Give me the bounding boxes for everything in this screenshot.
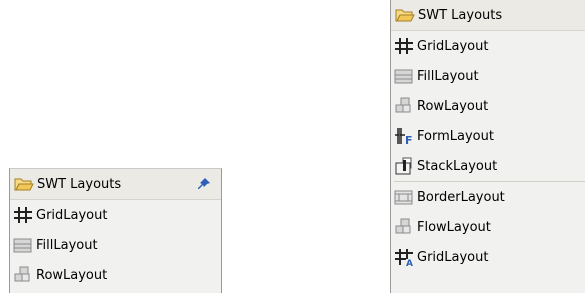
fill-layout-icon — [13, 238, 32, 253]
palette-item-grid-layout[interactable]: GridLayout — [10, 200, 221, 230]
palette-header[interactable]: SWT Layouts — [10, 169, 221, 200]
row-layout-icon — [14, 266, 30, 282]
palette-item-grid-layout[interactable]: GridLayout — [391, 31, 585, 61]
svg-text:F: F — [405, 134, 413, 145]
palette-item-label: FormLayout — [417, 128, 494, 144]
svg-text:A: A — [406, 259, 413, 266]
grid-layout-icon — [395, 38, 413, 54]
folder-open-icon — [14, 178, 34, 191]
palette-item-stack-layout[interactable]: StackLayout — [391, 151, 585, 181]
grid-layout-icon — [14, 207, 32, 223]
palette-item-label: StackLayout — [417, 158, 498, 174]
palette-title: SWT Layouts — [37, 176, 122, 192]
pin-icon[interactable] — [197, 177, 211, 191]
palette-item-label: BorderLayout — [417, 189, 505, 205]
palette-title: SWT Layouts — [418, 7, 503, 23]
palette-item-flow-layout[interactable]: FlowLayout — [391, 212, 585, 242]
palette-item-border-layout[interactable]: BorderLayout — [391, 182, 585, 212]
palette-item-form-layout[interactable]: F FormLayout — [391, 121, 585, 151]
form-layout-icon: F — [395, 128, 413, 145]
palette-item-label: FillLayout — [36, 237, 98, 253]
palette-item-row-layout[interactable]: RowLayout — [391, 91, 585, 121]
palette-drawer-right: SWT Layouts GridLayout FillLayout RowLay… — [390, 0, 585, 293]
palette-item-label: RowLayout — [36, 267, 108, 283]
palette-item-label: GridLayout — [36, 207, 108, 223]
row-layout-icon — [395, 97, 411, 113]
grid-layout-alt-icon: A — [395, 249, 413, 266]
flow-layout-icon — [395, 218, 411, 234]
folder-open-icon — [395, 9, 415, 22]
palette-item-label: FlowLayout — [417, 219, 491, 235]
palette-item-grid-layout-alt[interactable]: A GridLayout — [391, 242, 585, 272]
palette-item-label: GridLayout — [417, 38, 489, 54]
palette-header[interactable]: SWT Layouts — [391, 0, 585, 31]
fill-layout-icon — [394, 69, 413, 84]
palette-item-fill-layout[interactable]: FillLayout — [10, 230, 221, 260]
stack-layout-icon — [395, 157, 412, 175]
palette-item-label: FillLayout — [417, 68, 479, 84]
palette-drawer-left: SWT Layouts GridLayout FillLayout RowLay… — [9, 168, 222, 293]
border-layout-icon — [394, 190, 413, 205]
palette-item-row-layout[interactable]: RowLayout — [10, 260, 221, 290]
palette-item-label: RowLayout — [417, 98, 489, 114]
palette-item-label: GridLayout — [417, 249, 489, 265]
palette-item-fill-layout[interactable]: FillLayout — [391, 61, 585, 91]
